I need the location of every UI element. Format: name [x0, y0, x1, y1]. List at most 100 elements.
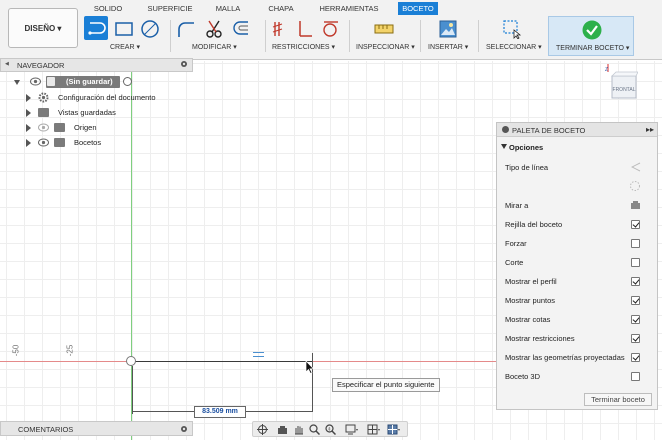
option-label: Tipo de línea — [505, 163, 549, 172]
show-dimensions-checkbox[interactable] — [631, 315, 640, 324]
option-slice[interactable]: Corte — [497, 253, 657, 272]
expand-caret-icon[interactable] — [26, 109, 31, 117]
comments-options-icon[interactable] — [180, 425, 188, 433]
display-settings-icon[interactable] — [345, 424, 359, 435]
orbit-icon[interactable] — [257, 424, 268, 435]
select-menu[interactable]: SELECCIONAR ▾ — [486, 43, 542, 51]
line-tool-icon[interactable] — [84, 16, 108, 40]
option-sketch-grid[interactable]: Rejilla del boceto — [497, 215, 657, 234]
circle-tool-icon[interactable] — [140, 19, 160, 39]
show-projected-checkbox[interactable] — [631, 353, 640, 362]
option-3d-sketch[interactable]: Boceto 3D — [497, 367, 657, 386]
tab-sheet-metal[interactable]: CHAPA — [266, 2, 296, 15]
rectangle-tool-icon[interactable] — [114, 19, 134, 39]
constraints-group: RESTRICCIONES ▾ — [270, 16, 346, 58]
sketch-line-segment[interactable] — [132, 361, 312, 362]
activate-radio-icon[interactable] — [123, 77, 132, 86]
view-cube[interactable]: Z FRONTAL — [604, 62, 639, 102]
tab-solid[interactable]: SOLIDO — [88, 2, 128, 15]
fillet-tool-icon[interactable] — [176, 19, 196, 39]
constraints-menu[interactable]: RESTRICCIONES ▾ — [272, 43, 335, 51]
horizontal-constraint-icon[interactable] — [253, 352, 264, 357]
option-show-constraints[interactable]: Mostrar restricciones — [497, 329, 657, 348]
inspect-menu[interactable]: INSPECCIONAR ▾ — [356, 43, 415, 51]
expand-palette-icon[interactable]: ▸▸ — [646, 125, 654, 134]
option-snap[interactable]: Forzar — [497, 234, 657, 253]
show-profile-checkbox[interactable] — [631, 277, 640, 286]
option-label: Corte — [505, 258, 524, 267]
tab-tools[interactable]: HERRAMIENTAS — [318, 2, 380, 15]
option-show-projected[interactable]: Mostrar las geometrías proyectadas — [497, 348, 657, 367]
comments-panel[interactable]: COMENTARIOS — [0, 421, 193, 436]
measure-ruler-icon[interactable] — [374, 19, 394, 39]
fit-view-icon[interactable]: ⇕ — [325, 424, 337, 436]
tab-surface[interactable]: SUPERFICIE — [146, 2, 194, 15]
zoom-icon[interactable] — [309, 424, 321, 436]
tree-item-origin[interactable]: Origen — [0, 121, 193, 135]
show-points-checkbox[interactable] — [631, 296, 640, 305]
option-look-at[interactable]: Mirar a — [497, 196, 657, 215]
ruler-label: -50 — [11, 344, 21, 357]
options-section-header[interactable]: Opciones — [497, 141, 657, 155]
divider — [478, 20, 479, 52]
look-at-nav-icon[interactable] — [277, 424, 288, 435]
show-constraints-checkbox[interactable] — [631, 334, 640, 343]
origin-point[interactable] — [126, 356, 136, 366]
pan-hand-icon[interactable] — [293, 424, 304, 435]
insert-menu[interactable]: INSERTAR ▾ — [428, 43, 468, 51]
collapse-caret-icon[interactable] — [501, 144, 507, 149]
grid-settings-icon[interactable] — [367, 424, 381, 435]
modify-menu[interactable]: MODIFICAR ▾ — [192, 43, 237, 51]
visibility-eye-hidden-icon[interactable] — [38, 123, 49, 132]
navigator-header[interactable]: ◀ NAVEGADOR — [0, 58, 193, 72]
option-linetype[interactable]: Tipo de línea — [497, 158, 657, 177]
svg-text:⇕: ⇕ — [328, 426, 332, 431]
collapse-triangle-icon[interactable]: ◀ — [5, 61, 9, 67]
create-group: CREAR ▾ — [84, 16, 168, 58]
snap-checkbox[interactable] — [631, 239, 640, 248]
tree-item-sketches[interactable]: Bocetos — [0, 136, 193, 150]
perpendicular-constraint-icon[interactable] — [294, 19, 314, 39]
dimension-input[interactable]: 83.509 mm — [194, 406, 246, 418]
divider — [170, 20, 171, 52]
visibility-eye-icon[interactable] — [30, 77, 41, 86]
centerline-linetype-icon[interactable] — [629, 180, 641, 192]
construction-linetype-icon[interactable] — [630, 162, 641, 172]
trim-scissors-icon[interactable] — [204, 19, 224, 39]
palette-header[interactable]: PALETA DE BOCETO ▸▸ — [497, 123, 657, 137]
tab-sketch[interactable]: BOCETO — [398, 2, 438, 15]
visibility-eye-icon[interactable] — [38, 138, 49, 147]
option-show-points[interactable]: Mostrar puntos — [497, 291, 657, 310]
palette-pin-icon[interactable] — [502, 126, 509, 133]
slice-checkbox[interactable] — [631, 258, 640, 267]
tree-item-saved-views[interactable]: Vistas guardadas — [0, 106, 193, 120]
insert-image-icon[interactable] — [438, 19, 458, 39]
expand-caret-icon[interactable] — [26, 124, 31, 132]
navigator-options-icon[interactable] — [180, 60, 188, 68]
option-show-profile[interactable]: Mostrar el perfil — [497, 272, 657, 291]
folder-icon — [54, 138, 65, 147]
finish-sketch-button[interactable]: Terminar boceto — [584, 393, 652, 406]
tree-item-doc-settings[interactable]: Configuración del documento — [0, 91, 193, 105]
3d-sketch-checkbox[interactable] — [631, 372, 640, 381]
option-label: Boceto 3D — [505, 372, 541, 381]
expand-caret-icon[interactable] — [14, 80, 20, 85]
look-at-icon[interactable] — [630, 200, 641, 210]
coincident-constraint-icon[interactable] — [270, 19, 290, 39]
select-window-icon[interactable] — [502, 19, 522, 40]
design-workspace-button[interactable]: DISEÑO ▾ — [8, 8, 78, 48]
browser-navigator: ◀ NAVEGADOR (Sin guardar) Configuración … — [0, 58, 193, 152]
offset-tool-icon[interactable] — [232, 19, 252, 39]
mouse-cursor-icon — [305, 360, 315, 374]
sketch-grid-checkbox[interactable] — [631, 220, 640, 229]
tangent-constraint-icon[interactable] — [320, 19, 340, 39]
option-show-dimensions[interactable]: Mostrar cotas — [497, 310, 657, 329]
viewports-icon[interactable] — [387, 424, 401, 435]
expand-caret-icon[interactable] — [26, 94, 31, 102]
finish-sketch-toolbar-button[interactable]: TERMINAR BOCETO ▾ — [548, 16, 634, 56]
tab-mesh[interactable]: MALLA — [212, 2, 244, 15]
tree-item-root[interactable]: (Sin guardar) — [0, 75, 193, 89]
create-menu[interactable]: CREAR ▾ — [110, 43, 140, 51]
expand-caret-icon[interactable] — [26, 139, 31, 147]
ribbon-toolbar: SOLIDO SUPERFICIE MALLA CHAPA HERRAMIENT… — [0, 0, 662, 60]
